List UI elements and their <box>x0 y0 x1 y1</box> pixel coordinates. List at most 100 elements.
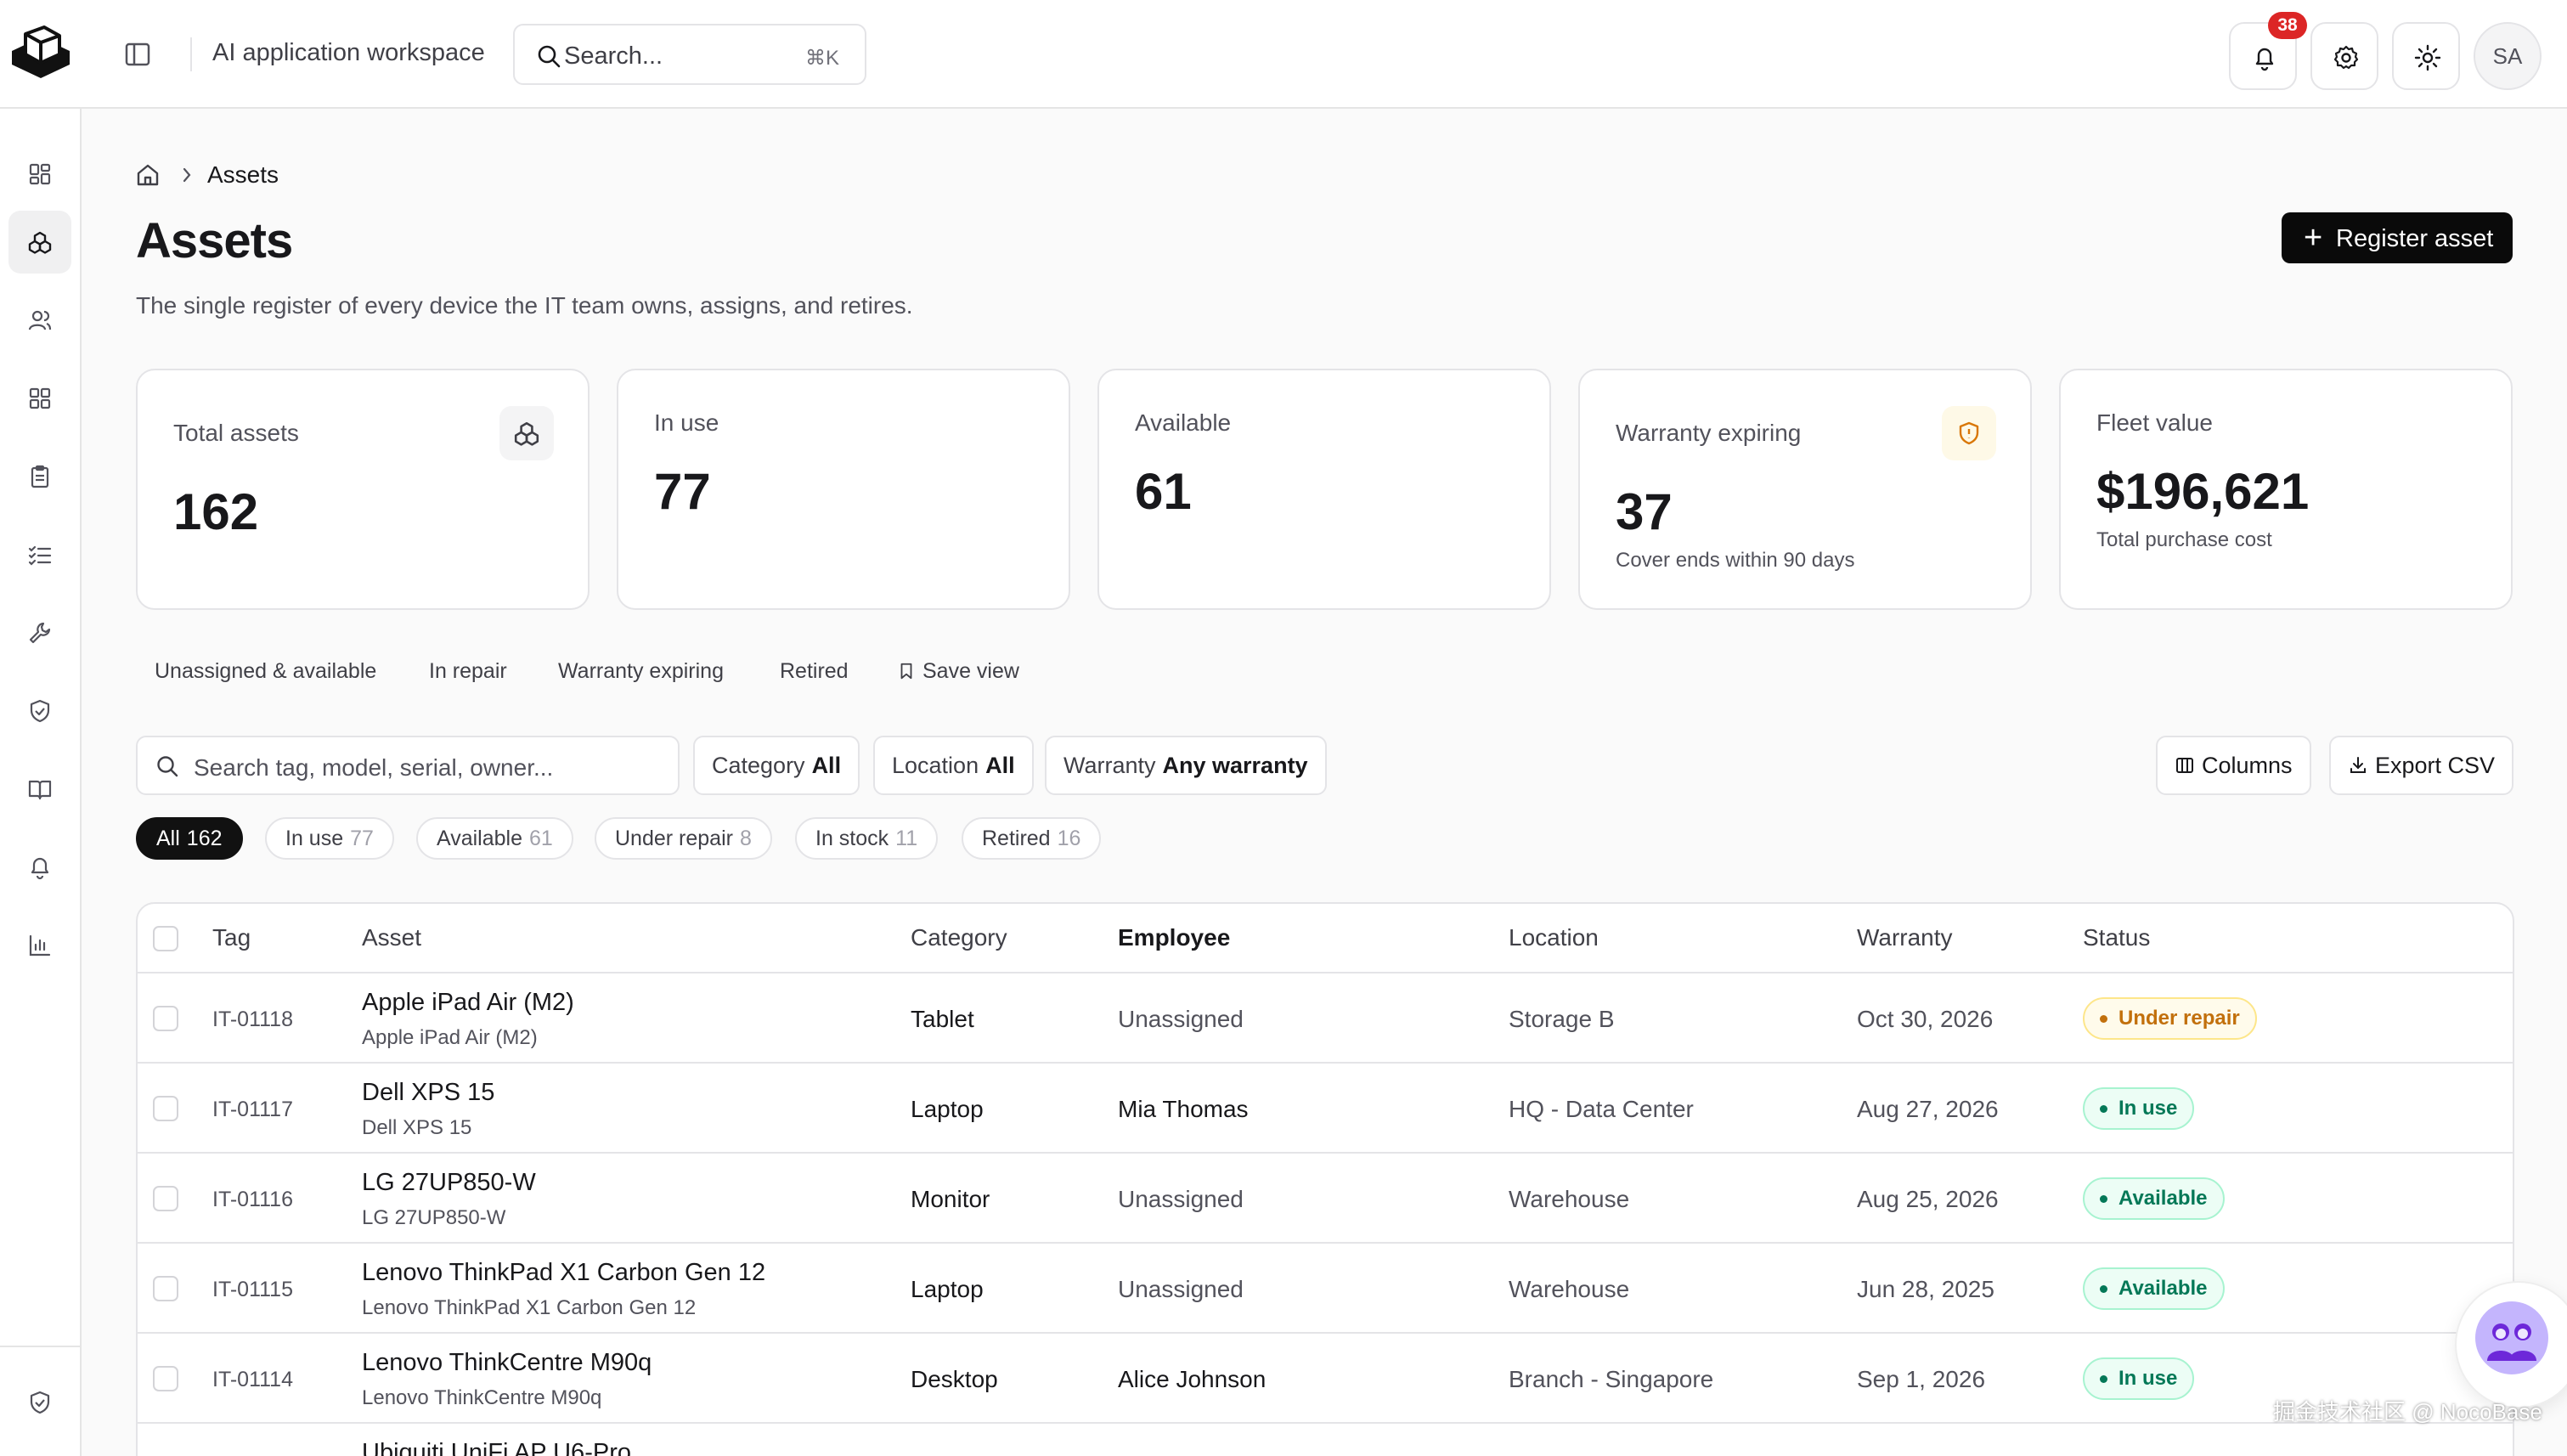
table-row[interactable]: IT-01116 LG 27UP850-W LG 27UP850-W Monit… <box>138 1154 2513 1244</box>
sidebar-item-dashboard[interactable] <box>8 143 71 206</box>
row-checkbox[interactable] <box>153 1006 178 1031</box>
stat-value: $196,621 <box>2096 463 2310 520</box>
cell-location: Storage B <box>1509 1006 1615 1032</box>
warranty-filter[interactable]: Warranty Any warranty <box>1045 736 1327 795</box>
table-row[interactable]: IT-01115 Lenovo ThinkPad X1 Carbon Gen 1… <box>138 1244 2513 1334</box>
cell-tag: IT-01114 <box>212 1368 293 1391</box>
table-row[interactable]: IT-01118 Apple iPad Air (M2) Apple iPad … <box>138 973 2513 1064</box>
column-header-employee[interactable]: Employee <box>1118 924 1230 951</box>
user-avatar[interactable]: SA <box>2474 22 2542 90</box>
status-tab-under-repair[interactable]: Under repair 8 <box>595 817 772 860</box>
theme-toggle-button[interactable] <box>2392 22 2460 90</box>
status-tab-available[interactable]: Available 61 <box>416 817 573 860</box>
table-header: Tag Asset Category Employee Location War… <box>138 904 2513 973</box>
table-row[interactable]: IT-01114 Lenovo ThinkCentre M90q Lenovo … <box>138 1334 2513 1424</box>
cell-asset[interactable]: Dell XPS 15 <box>362 1079 494 1107</box>
cell-warranty: Sep 1, 2026 <box>1857 1366 1986 1392</box>
table-row[interactable]: Ubiquiti UniFi AP U6-Pro <box>138 1424 2513 1456</box>
cell-asset[interactable]: Apple iPad Air (M2) <box>362 989 574 1017</box>
column-header-location[interactable]: Location <box>1509 924 1599 951</box>
status-tab-in-use[interactable]: In use 77 <box>265 817 394 860</box>
pill-label: Available <box>437 827 523 850</box>
cell-category: Desktop <box>911 1366 998 1392</box>
sidebar-item-assets[interactable] <box>8 211 71 274</box>
sidebar-divider <box>0 1346 82 1347</box>
sidebar-item-apps[interactable] <box>8 367 71 430</box>
sidebar-item-tasks[interactable] <box>8 523 71 586</box>
assets-icon <box>28 231 52 254</box>
status-tab-in-stock[interactable]: In stock 11 <box>795 817 939 860</box>
pill-count: 8 <box>739 827 752 850</box>
cell-location: HQ - Data Center <box>1509 1096 1694 1122</box>
book-icon <box>28 780 52 800</box>
column-header-asset[interactable]: Asset <box>362 924 421 951</box>
app-logo[interactable] <box>7 25 73 85</box>
column-header-category[interactable]: Category <box>911 924 1007 951</box>
sidebar-item-knowledge[interactable] <box>8 758 71 821</box>
sidebar-item-maintenance[interactable] <box>8 601 71 664</box>
row-checkbox[interactable] <box>153 1366 178 1391</box>
cell-employee: Unassigned <box>1118 1006 1244 1032</box>
sidebar-item-requests[interactable] <box>8 445 71 508</box>
bell-icon <box>31 857 49 880</box>
stat-card-in-use: In use 77 <box>617 369 1070 610</box>
saved-view-retired[interactable]: Retired <box>780 659 849 684</box>
saved-view-unassigned[interactable]: Unassigned & available <box>155 659 376 684</box>
stat-note: Cover ends within 90 days <box>1616 549 1855 572</box>
columns-label: Columns <box>2202 753 2293 778</box>
sidebar-item-security[interactable] <box>8 680 71 742</box>
sidebar-toggle-icon[interactable] <box>122 39 153 70</box>
status-badge: Available <box>2083 1177 2225 1220</box>
cell-employee: Alice Johnson <box>1118 1366 1267 1392</box>
shield-bottom-icon <box>30 1391 50 1414</box>
sidebar-item-users[interactable] <box>8 289 71 352</box>
cell-tag: IT-01115 <box>212 1278 293 1301</box>
row-checkbox[interactable] <box>153 1096 178 1121</box>
global-search[interactable]: Search... ⌘K <box>513 24 866 85</box>
sidebar <box>0 109 82 1456</box>
workspace-title: AI application workspace <box>212 39 485 66</box>
filter-key: Location <box>892 753 979 778</box>
columns-icon <box>2176 758 2193 773</box>
category-filter[interactable]: Category All <box>693 736 860 795</box>
cell-asset-sub: Lenovo ThinkPad X1 Carbon Gen 12 <box>362 1296 697 1319</box>
column-header-status[interactable]: Status <box>2083 924 2150 951</box>
cell-warranty: Aug 27, 2026 <box>1857 1096 1999 1122</box>
cell-asset[interactable]: Lenovo ThinkCentre M90q <box>362 1349 652 1377</box>
cell-category: Monitor <box>911 1186 990 1212</box>
table-row[interactable]: IT-01117 Dell XPS 15 Dell XPS 15 Laptop … <box>138 1064 2513 1154</box>
row-checkbox[interactable] <box>153 1276 178 1301</box>
stat-value: 37 <box>1616 483 1673 540</box>
sidebar-item-alerts[interactable] <box>8 836 71 899</box>
home-icon[interactable] <box>134 161 161 189</box>
settings-button[interactable] <box>2310 22 2378 90</box>
cell-asset[interactable]: Lenovo ThinkPad X1 Carbon Gen 12 <box>362 1259 765 1287</box>
asset-search-input[interactable]: Search tag, model, serial, owner... <box>136 736 680 795</box>
cell-asset[interactable]: Ubiquiti UniFi AP U6-Pro <box>362 1439 631 1456</box>
columns-button[interactable]: Columns <box>2156 736 2311 795</box>
column-header-tag[interactable]: Tag <box>212 924 251 951</box>
row-checkbox[interactable] <box>153 1186 178 1211</box>
column-header-warranty[interactable]: Warranty <box>1857 924 1953 951</box>
watermark-text: 掘金技术社区 @ NocoBase <box>2273 1399 2542 1425</box>
save-view-button[interactable]: Save view <box>897 659 1019 684</box>
select-all-checkbox[interactable] <box>153 926 178 951</box>
export-csv-button[interactable]: Export CSV <box>2329 736 2514 795</box>
search-icon <box>538 45 561 68</box>
sidebar-item-admin[interactable] <box>8 1371 71 1434</box>
register-asset-button[interactable]: + Register asset <box>2282 212 2513 263</box>
breadcrumb-current: Assets <box>207 161 279 188</box>
cell-category: Tablet <box>911 1006 974 1032</box>
assets-table: Tag Asset Category Employee Location War… <box>136 902 2514 1456</box>
status-badge: In use <box>2083 1357 2195 1400</box>
filter-value: All <box>811 753 842 778</box>
cell-asset[interactable]: LG 27UP850-W <box>362 1169 536 1197</box>
sidebar-item-reports[interactable] <box>8 914 71 977</box>
stat-card-fleet-value: Fleet value $196,621 Total purchase cost <box>2059 369 2513 610</box>
location-filter[interactable]: Location All <box>873 736 1034 795</box>
status-tab-all[interactable]: All 162 <box>136 817 243 860</box>
stat-value: 77 <box>654 463 711 520</box>
status-tab-retired[interactable]: Retired 16 <box>962 817 1102 860</box>
saved-view-in-repair[interactable]: In repair <box>429 659 507 684</box>
saved-view-warranty[interactable]: Warranty expiring <box>558 659 724 684</box>
